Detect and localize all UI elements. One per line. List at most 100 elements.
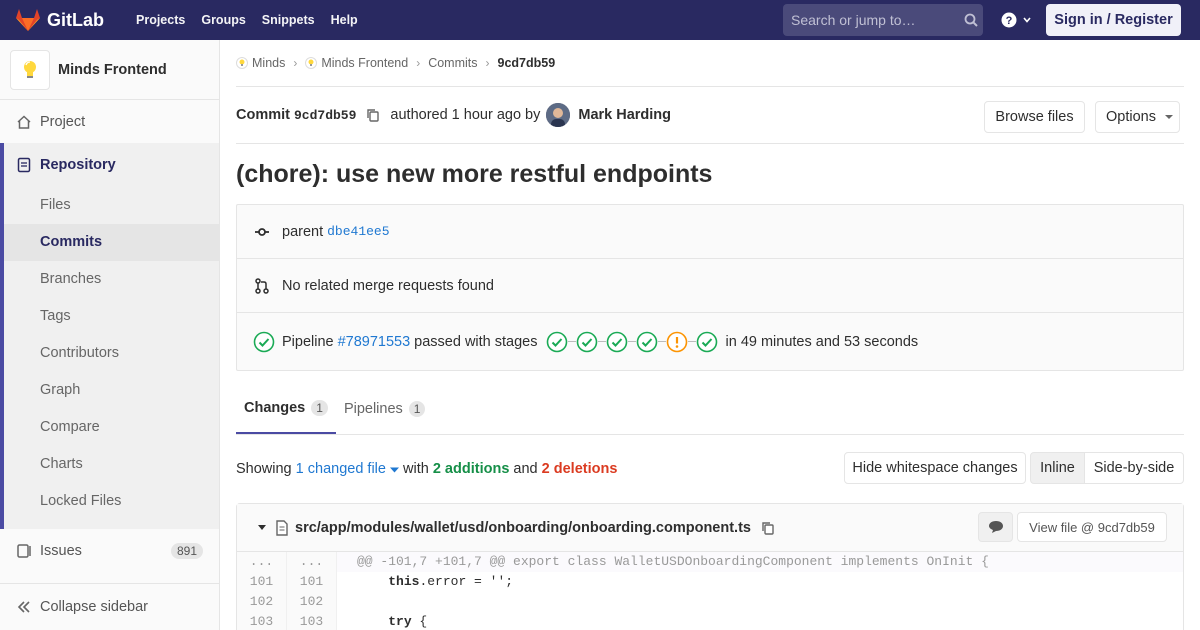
changed-files-dropdown[interactable]: 1 changed file — [296, 461, 399, 477]
pipeline-stage-success-icon[interactable] — [696, 331, 718, 353]
line-number-old[interactable]: 101 — [237, 572, 287, 592]
commit-info-box: parent dbe41ee5 No related merge request… — [236, 204, 1184, 371]
sidebar-subitem-files[interactable]: Files — [4, 187, 219, 224]
sidebar-item-issues[interactable]: Issues 891 — [0, 529, 219, 573]
pipeline-stage-success-icon[interactable] — [636, 331, 666, 353]
breadcrumb-item-commits[interactable]: Commits — [428, 56, 477, 70]
breadcrumb-current[interactable]: 9cd7db59 — [498, 56, 556, 70]
avatar[interactable] — [546, 103, 571, 127]
tab-label: Changes — [244, 400, 306, 416]
sidebar-subitem-tags[interactable]: Tags — [4, 298, 219, 335]
nav-snippets[interactable]: Snippets — [254, 0, 323, 40]
view-file-button[interactable]: View file @ 9cd7db59 — [1017, 512, 1167, 542]
nav-help[interactable]: Help — [323, 0, 366, 40]
caret-down-icon — [1164, 115, 1173, 119]
pipeline-row: Pipeline #78971553 passed with stages in… — [237, 313, 1183, 370]
search-input[interactable]: Search or jump to… — [783, 4, 983, 36]
tab-pipelines[interactable]: Pipelines 1 — [336, 384, 434, 434]
diff-summary-bar: Showing 1 changed file with 2 additions … — [236, 435, 1184, 503]
double-chevron-left-icon — [17, 601, 30, 613]
with-text: with — [403, 461, 429, 477]
sidebar-subitem-charts[interactable]: Charts — [4, 446, 219, 483]
pipeline-status-success-icon[interactable] — [253, 331, 275, 353]
gitlab-home-link[interactable]: GitLab — [15, 0, 104, 40]
options-label: Options — [1106, 109, 1156, 125]
options-dropdown[interactable]: Options — [1095, 101, 1180, 133]
tab-count-badge: 1 — [408, 401, 426, 417]
diff-line: 101 101 this.error = ''; — [237, 572, 1183, 592]
browse-files-button[interactable]: Browse files — [984, 101, 1085, 133]
diff-hunk-header: ... ... @@ -101,7 +101,7 @@ export class… — [237, 552, 1183, 572]
line-number-new[interactable]: 103 — [287, 612, 337, 630]
pipeline-stages — [546, 331, 726, 353]
sidebar-subitem-contributors[interactable]: Contributors — [4, 335, 219, 372]
breadcrumb: Minds › Minds Frontend › Commits › 9cd7d… — [236, 40, 1184, 87]
issues-count-badge: 891 — [170, 543, 203, 559]
collapse-caret-icon[interactable] — [257, 524, 267, 532]
help-dropdown[interactable]: ? — [1000, 8, 1032, 32]
line-number-new[interactable]: 101 — [287, 572, 337, 592]
pipeline-stage-success-icon[interactable] — [606, 331, 636, 353]
breadcrumb-item-minds-frontend[interactable]: Minds Frontend — [305, 56, 408, 70]
sidebar-project-header[interactable]: Minds Frontend — [0, 40, 219, 100]
pipeline-duration: in 49 minutes and 53 seconds — [725, 333, 919, 350]
line-number-old: ... — [237, 552, 287, 572]
sidebar-subitem-graph[interactable]: Graph — [4, 372, 219, 409]
merge-requests-row: No related merge requests found — [237, 259, 1183, 313]
hide-whitespace-button[interactable]: Hide whitespace changes — [844, 452, 1026, 484]
line-number-old[interactable]: 103 — [237, 612, 287, 630]
search-icon — [959, 8, 983, 32]
chevron-down-icon — [1023, 17, 1031, 23]
commit-node-icon — [253, 223, 271, 241]
diff-lines: 101 101 this.error = ''; 102 102 103 103 try … — [237, 572, 1183, 630]
line-number-new[interactable]: 102 — [287, 592, 337, 612]
help-icon: ? — [1001, 12, 1017, 28]
inline-view-button[interactable]: Inline — [1030, 452, 1085, 484]
search-placeholder: Search or jump to… — [791, 12, 916, 28]
parent-row: parent dbe41ee5 — [237, 205, 1183, 259]
file-path[interactable]: src/app/modules/wallet/usd/onboarding/on… — [295, 520, 751, 536]
pipeline-stage-warning-icon[interactable] — [666, 331, 696, 353]
pipeline-stage-success-icon[interactable] — [546, 331, 576, 353]
breadcrumb-item-minds[interactable]: Minds — [236, 56, 285, 70]
breadcrumb-label: Minds — [252, 56, 286, 70]
code-line: try { — [388, 614, 428, 629]
line-number-old[interactable]: 102 — [237, 592, 287, 612]
copy-icon[interactable] — [366, 108, 380, 122]
tab-label: Pipelines — [343, 401, 403, 417]
sidebar-item-repository[interactable]: Repository — [4, 143, 219, 187]
parent-sha-link[interactable]: dbe41ee5 — [327, 224, 389, 239]
sign-in-register-button[interactable]: Sign in / Register — [1046, 4, 1181, 36]
comment-toggle-button[interactable] — [978, 512, 1013, 542]
breadcrumb-separator-icon: › — [416, 56, 421, 70]
merge-requests-text: No related merge requests found — [282, 277, 494, 294]
diff-file: src/app/modules/wallet/usd/onboarding/on… — [236, 503, 1184, 630]
pipeline-stage-success-icon[interactable] — [576, 331, 606, 353]
tab-changes[interactable]: Changes 1 — [236, 384, 336, 434]
sidebar-subitem-branches[interactable]: Branches — [4, 261, 219, 298]
nav-groups[interactable]: Groups — [193, 0, 253, 40]
diff-file-header: src/app/modules/wallet/usd/onboarding/on… — [237, 504, 1183, 552]
commit-sha: 9cd7db59 — [293, 107, 357, 123]
sidebar-subitem-locked-files[interactable]: Locked Files — [4, 483, 219, 520]
sidebar-subitem-compare[interactable]: Compare — [4, 409, 219, 446]
author-name[interactable]: Mark Harding — [578, 107, 671, 123]
collapse-sidebar-button[interactable]: Collapse sidebar — [0, 583, 219, 630]
merge-request-icon — [253, 277, 271, 295]
pipeline-label: Pipeline — [282, 333, 334, 350]
gitlab-logo-icon — [16, 9, 40, 31]
pipeline-id-link[interactable]: #78971553 — [338, 334, 411, 350]
sidebar-item-project[interactable]: Project — [0, 100, 219, 143]
issues-icon — [16, 543, 32, 559]
commit-tabs: Changes 1 Pipelines 1 — [236, 371, 1184, 435]
lightbulb-icon — [305, 57, 318, 69]
copy-icon[interactable] — [761, 521, 775, 535]
sidebar-item-label: Issues — [40, 543, 82, 559]
project-sidebar: Minds Frontend Project Repository Files … — [0, 40, 220, 630]
commit-header: Commit 9cd7db59 authored 1 hour ago by M… — [236, 87, 1184, 144]
caret-down-icon — [389, 467, 399, 473]
nav-projects[interactable]: Projects — [128, 0, 193, 40]
sidebar-subitem-commits[interactable]: Commits — [4, 224, 219, 261]
side-by-side-view-button[interactable]: Side-by-side — [1084, 452, 1184, 484]
